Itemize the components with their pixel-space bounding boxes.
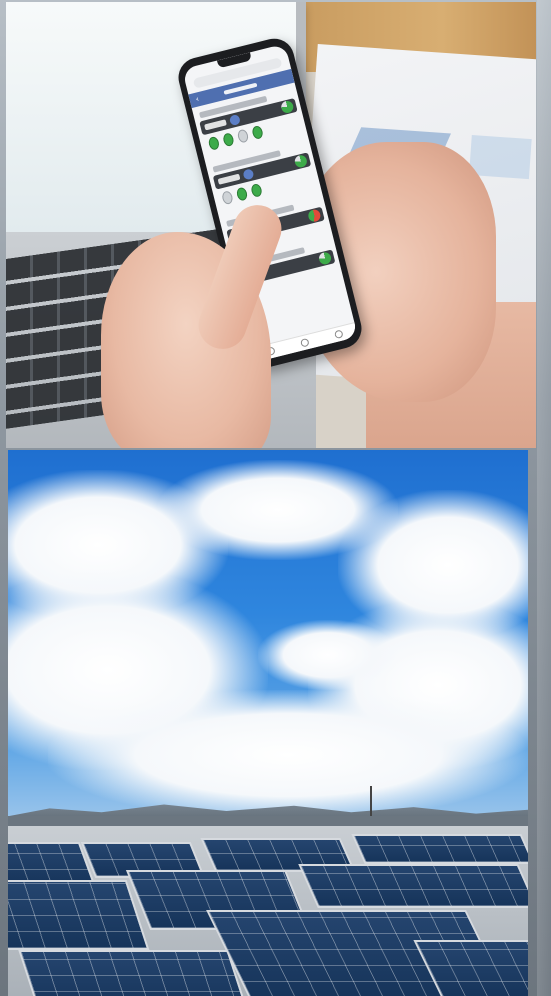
pie-chart-icon (317, 251, 333, 266)
device-tag (217, 173, 241, 185)
photo-solar-rooftop (8, 450, 528, 996)
status-dot-icon (207, 135, 221, 151)
back-arrow-icon: ‹ (194, 94, 200, 104)
status-dot-icon (250, 182, 263, 198)
app-title (223, 82, 258, 95)
cloud (258, 620, 398, 690)
status-dot-icon (251, 124, 264, 140)
status-dot-icon (236, 128, 250, 144)
paper-graphic (469, 134, 532, 180)
solar-panel (18, 950, 248, 996)
device-tag (204, 119, 227, 131)
pie-chart-icon (293, 154, 309, 169)
edge-strip (537, 0, 551, 996)
solar-panel (8, 880, 150, 950)
photo-phone-app: ‹ (6, 2, 536, 448)
status-dot-icon (221, 190, 234, 206)
status-dot-icon (235, 186, 249, 202)
cloud (48, 690, 528, 820)
pie-chart-icon (307, 208, 322, 223)
nav-user-icon (334, 329, 344, 340)
status-badge (228, 113, 241, 127)
pie-chart-icon (280, 99, 295, 115)
nav-list-icon (299, 337, 310, 348)
status-badge (242, 168, 255, 181)
status-dot-icon (222, 132, 235, 148)
solar-panel (351, 834, 528, 864)
solar-panel (298, 864, 528, 908)
